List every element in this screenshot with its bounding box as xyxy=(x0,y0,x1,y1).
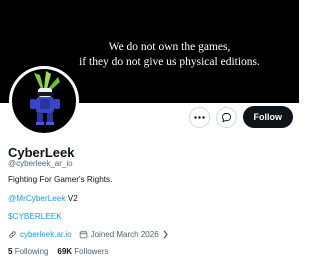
following-link[interactable]: 5 Following xyxy=(8,247,48,256)
banner-line-2: if they do not give us physical editions… xyxy=(79,56,260,68)
followers-count: 69K xyxy=(57,247,73,256)
bio-cashtag-line: $CYBERLEEK xyxy=(8,212,62,221)
profile-meta: cyberleek.ar.io Joined March 2026 xyxy=(8,230,169,239)
cashtag-link[interactable]: $CYBERLEEK xyxy=(8,212,62,221)
link-icon xyxy=(9,231,16,238)
following-count: 5 xyxy=(8,247,13,256)
leek-character-image xyxy=(30,71,60,125)
chevron-right-icon[interactable] xyxy=(162,230,169,239)
following-label: Following xyxy=(14,247,49,256)
avatar[interactable] xyxy=(9,66,79,136)
mention-suffix: V2 xyxy=(65,194,78,203)
mention-link[interactable]: @MrCyberLeek xyxy=(8,194,65,203)
calendar-icon xyxy=(79,230,87,239)
profile-actions: Follow xyxy=(188,106,293,128)
joined-date: Joined March 2026 xyxy=(90,230,159,239)
bio-mention-line: @MrCyberLeek V2 xyxy=(8,194,78,203)
followers-link[interactable]: 69K Followers xyxy=(57,247,108,256)
more-dots-icon xyxy=(193,115,205,119)
more-button[interactable] xyxy=(188,106,210,128)
follow-counts: 5 Following 69K Followers xyxy=(8,247,109,256)
message-button[interactable] xyxy=(215,106,237,128)
website-link[interactable]: cyberleek.ar.io xyxy=(20,230,72,239)
message-icon xyxy=(221,112,231,122)
banner-text: We do not own the games, if they do not … xyxy=(40,40,299,70)
display-name: CyberLeek xyxy=(8,145,75,160)
follow-button[interactable]: Follow xyxy=(242,106,293,128)
banner-line-1: We do not own the games, xyxy=(108,41,231,53)
followers-label: Followers xyxy=(74,247,109,256)
bio-text: Fighting For Gamer's Rights. xyxy=(8,175,113,184)
user-handle: @cyberleek_ar_io xyxy=(8,159,73,168)
